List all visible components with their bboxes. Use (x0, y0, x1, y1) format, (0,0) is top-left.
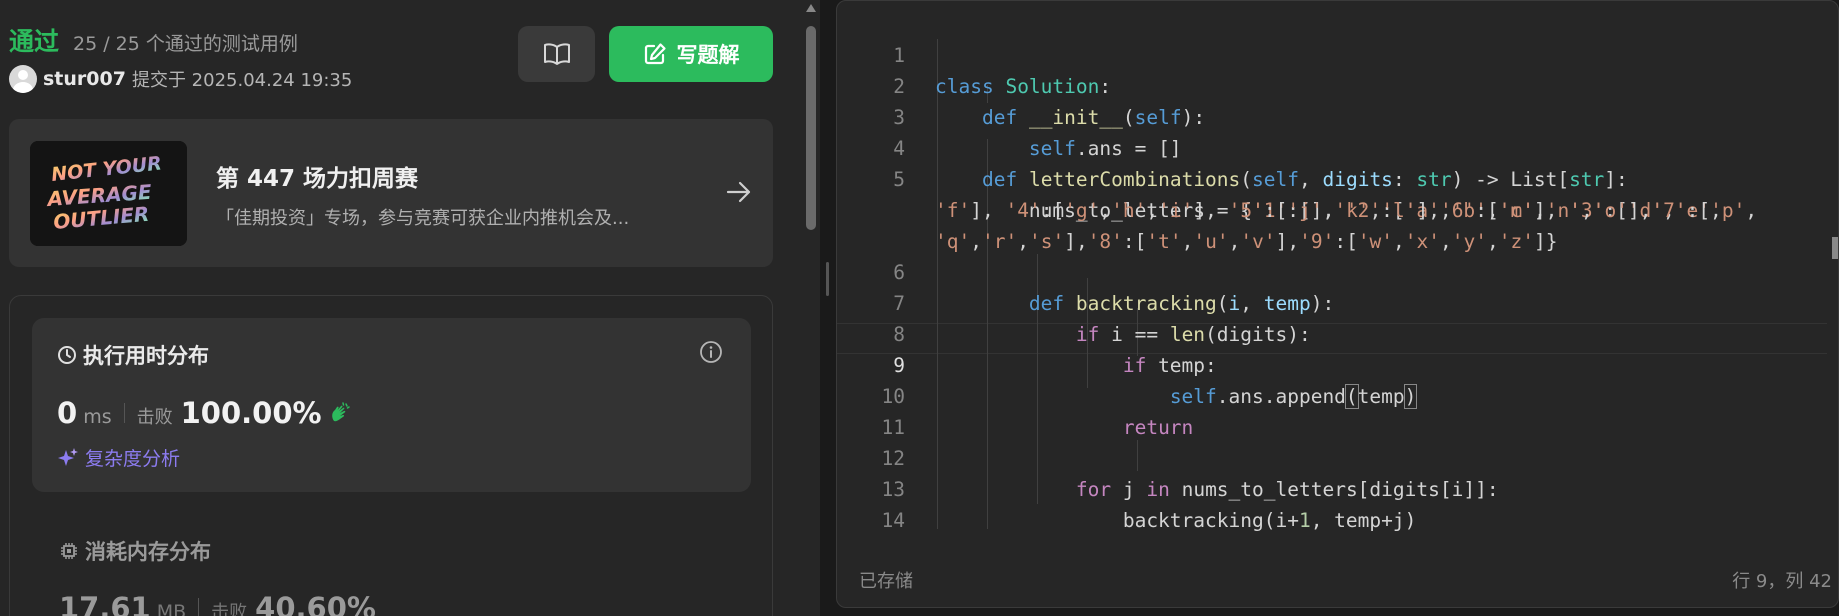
write-solution-button[interactable]: 写题解 (609, 26, 773, 82)
code-line-wrap: 'q','r','s'],'8':['t','u','v'],'9':['w',… (935, 230, 1558, 253)
runtime-beat-label: 击败 (136, 407, 173, 428)
contest-thumbnail: NOT YOUR AVERAGE OUTLIER (30, 141, 187, 246)
code-line-wrap: 'f'], '4':['g','h','i'], '5':['j','k','l… (935, 199, 1758, 222)
code-line: 12 for j in nums_to_letters[digits[i]]: (837, 412, 1838, 501)
clapping-hands-icon (331, 402, 350, 422)
performance-card: 执行用时分布 0 ms 击败 100.00% 复杂度分析 消耗内存分布 17.6… (9, 295, 773, 616)
code-line: 15 backtracking(0, '') (837, 505, 1838, 531)
code-line: 10 return (837, 350, 1838, 439)
runtime-value: 0 (57, 396, 78, 430)
code-line: 6 def backtracking(i, temp): (837, 226, 1838, 315)
arrow-right-icon (726, 181, 751, 203)
code-line: 14 (837, 474, 1838, 531)
scroll-up-arrow-icon[interactable] (806, 4, 816, 12)
contest-banner[interactable]: NOT YOUR AVERAGE OUTLIER 第 447 场力扣周赛 「佳期… (9, 119, 773, 267)
contest-artwork: NOT YOUR AVERAGE OUTLIER (30, 141, 187, 246)
code-line: 11 (837, 381, 1838, 439)
submission-panel: 通过 25 / 25 个通过的测试用例 stur007 提交于 2025.04.… (0, 0, 820, 616)
editor-status-bar: 已存储 行 9，列 42 (837, 549, 1838, 607)
contest-description: 「佳期投资」专场，参与竞赛可获企业内推机会及... (216, 208, 630, 229)
result-status: 通过 (9, 27, 60, 56)
chip-icon (61, 543, 77, 559)
info-button[interactable] (699, 340, 723, 368)
memory-heading-label: 消耗内存分布 (85, 540, 211, 564)
code-line: 2 def __init__(self): (837, 40, 1838, 129)
memory-values: 17.61 MB 击败 40.60% (59, 591, 376, 616)
complexity-analysis-link[interactable]: 复杂度分析 (57, 444, 180, 471)
scrollbar-thumb[interactable] (806, 26, 816, 230)
username[interactable]: stur007 (43, 68, 126, 90)
cursor-position[interactable]: 行 9，列 42 (1732, 567, 1832, 593)
code-line-active: 9 self.ans.append(temp) (837, 319, 1838, 409)
info-icon (700, 341, 722, 363)
saved-status: 已存储 (859, 571, 913, 592)
complexity-analysis-label: 复杂度分析 (85, 448, 181, 470)
code-line: 4 def letterCombinations(self, digits: s… (837, 102, 1838, 191)
result-row: 通过 25 / 25 个通过的测试用例 (9, 22, 298, 56)
editor-scrollbar[interactable] (1826, 1, 1838, 531)
divider (123, 403, 125, 423)
runtime-heading-label: 执行用时分布 (83, 344, 209, 368)
edit-icon (644, 43, 666, 65)
runtime-values: 0 ms 击败 100.00% (57, 396, 352, 430)
sparkle-icon (58, 447, 78, 466)
code-line: 13 backtracking(i+1, temp+j) (837, 443, 1838, 531)
divider (198, 598, 200, 616)
memory-beat-label: 击败 (211, 602, 248, 616)
submitter-row: stur007 提交于 2025.04.24 19:35 (9, 64, 352, 94)
scroll-position-marker[interactable] (1832, 237, 1838, 259)
memory-beat-percent: 40.60% (255, 591, 376, 616)
code-area[interactable]: 1 class Solution: 2 def __init__(self): … (837, 1, 1838, 531)
contest-title: 第 447 场力扣周赛 (216, 166, 419, 192)
app-root: 通过 25 / 25 个通过的测试用例 stur007 提交于 2025.04.… (0, 0, 1839, 616)
memory-value: 17.61 (59, 591, 151, 616)
splitter-handle[interactable] (826, 262, 829, 296)
code-line: 5 nums_to_letters = {'1':[], '2':['a','b… (837, 133, 1838, 222)
memory-heading[interactable]: 消耗内存分布 (59, 536, 211, 566)
code-line: 7 if i == len(digits): (837, 257, 1838, 346)
code-line: 8 if temp: (837, 288, 1838, 377)
book-button[interactable] (518, 26, 595, 82)
avatar[interactable] (9, 65, 37, 93)
testcase-count: 25 / 25 个通过的测试用例 (73, 33, 298, 55)
panel-splitter[interactable] (820, 0, 836, 616)
memory-unit: MB (156, 601, 187, 616)
runtime-unit: ms (83, 406, 112, 428)
submission-time: 提交于 2025.04.24 19:35 (131, 70, 353, 91)
code-line: 3 self.ans = [] (837, 71, 1838, 160)
left-scrollbar[interactable] (802, 0, 820, 616)
book-icon (543, 43, 570, 65)
code-line: 1 class Solution: (837, 9, 1838, 98)
clock-icon (58, 346, 76, 364)
runtime-section[interactable]: 执行用时分布 0 ms 击败 100.00% 复杂度分析 (32, 318, 751, 492)
code-editor[interactable]: 1 class Solution: 2 def __init__(self): … (836, 0, 1839, 608)
runtime-beat-percent: 100.00% (180, 396, 322, 430)
write-solution-label: 写题解 (676, 43, 740, 67)
runtime-heading: 执行用时分布 (57, 340, 209, 370)
